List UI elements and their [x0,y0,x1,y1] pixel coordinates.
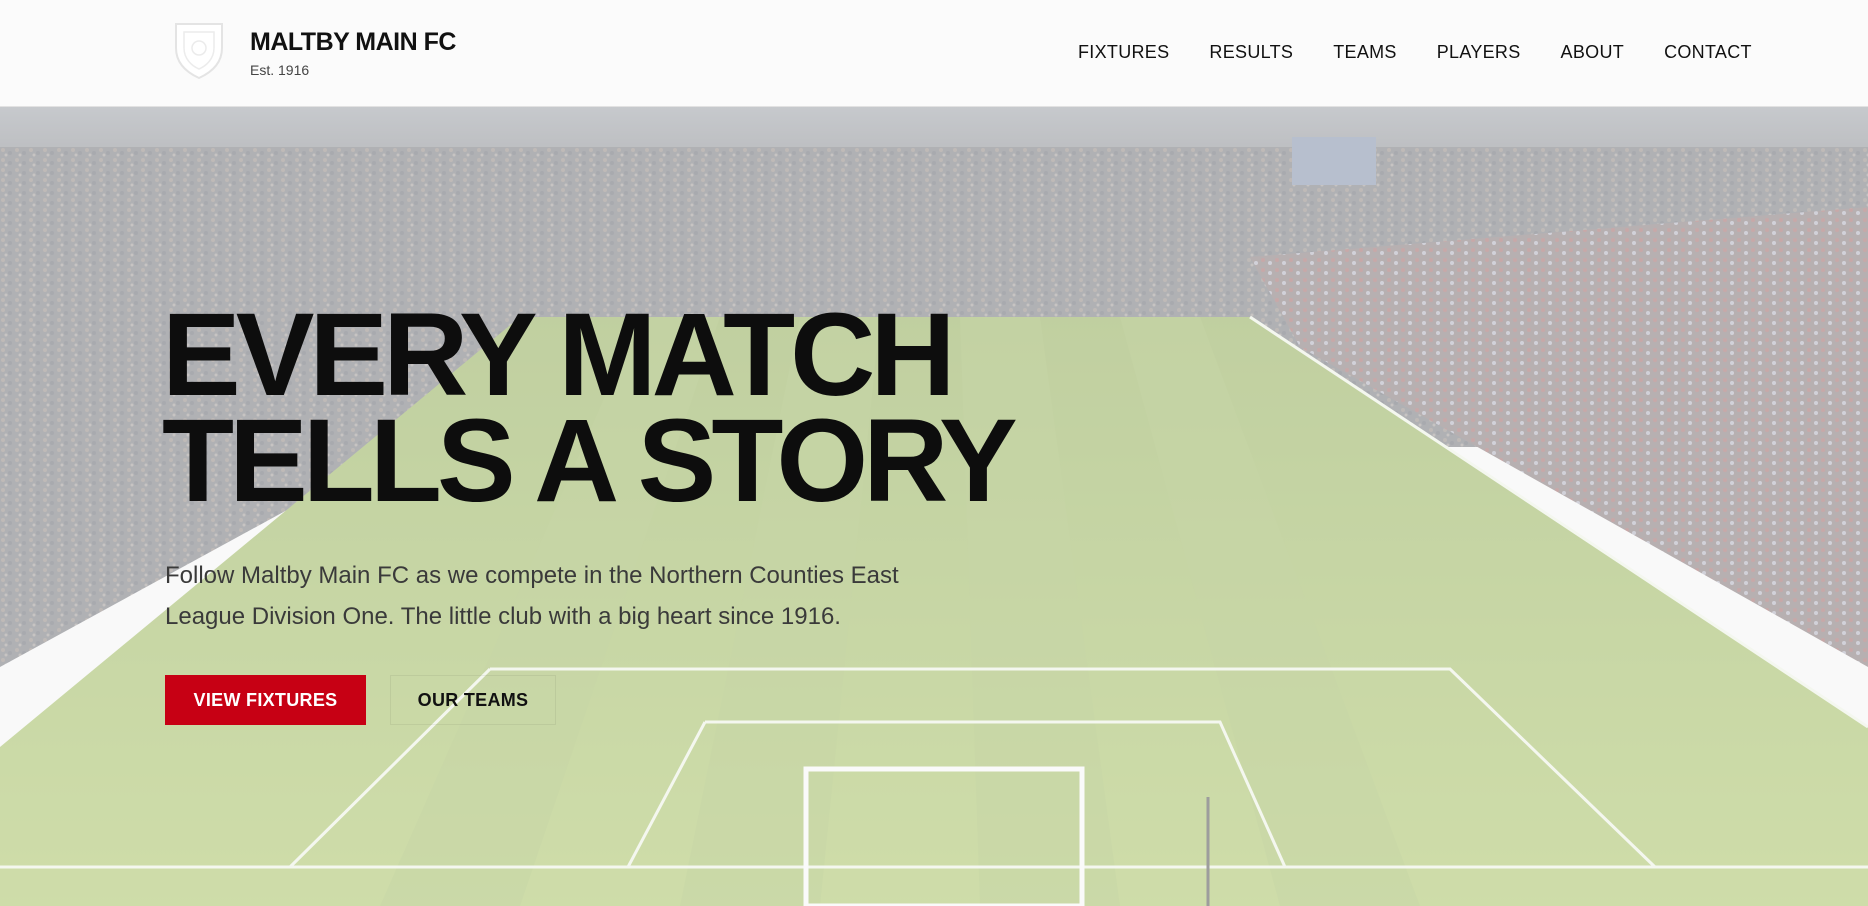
our-teams-button[interactable]: OUR TEAMS [390,675,556,725]
club-name[interactable]: MALTBY MAIN FC [250,28,456,57]
nav-results[interactable]: RESULTS [1209,42,1293,63]
nav-contact[interactable]: CONTACT [1664,42,1752,63]
nav-teams[interactable]: TEAMS [1333,42,1397,63]
hero-section: EVERY MATCH TELLS A STORY Follow Maltby … [0,107,1868,906]
established-year: Est. 1916 [250,62,310,78]
main-nav: FIXTURES RESULTS TEAMS PLAYERS ABOUT CON… [1078,42,1752,63]
club-crest-icon[interactable] [168,18,230,80]
hero-headline: EVERY MATCH TELLS A STORY [162,296,1018,520]
hero-description: Follow Maltby Main FC as we compete in t… [165,562,899,630]
nav-fixtures[interactable]: FIXTURES [1078,42,1169,63]
site-header: MALTBY MAIN FC Est. 1916 FIXTURES RESULT… [0,0,1868,107]
nav-players[interactable]: PLAYERS [1437,42,1521,63]
headline-line-2: TELLS A STORY [162,395,1018,527]
view-fixtures-button[interactable]: VIEW FIXTURES [165,675,366,725]
nav-about[interactable]: ABOUT [1561,42,1625,63]
